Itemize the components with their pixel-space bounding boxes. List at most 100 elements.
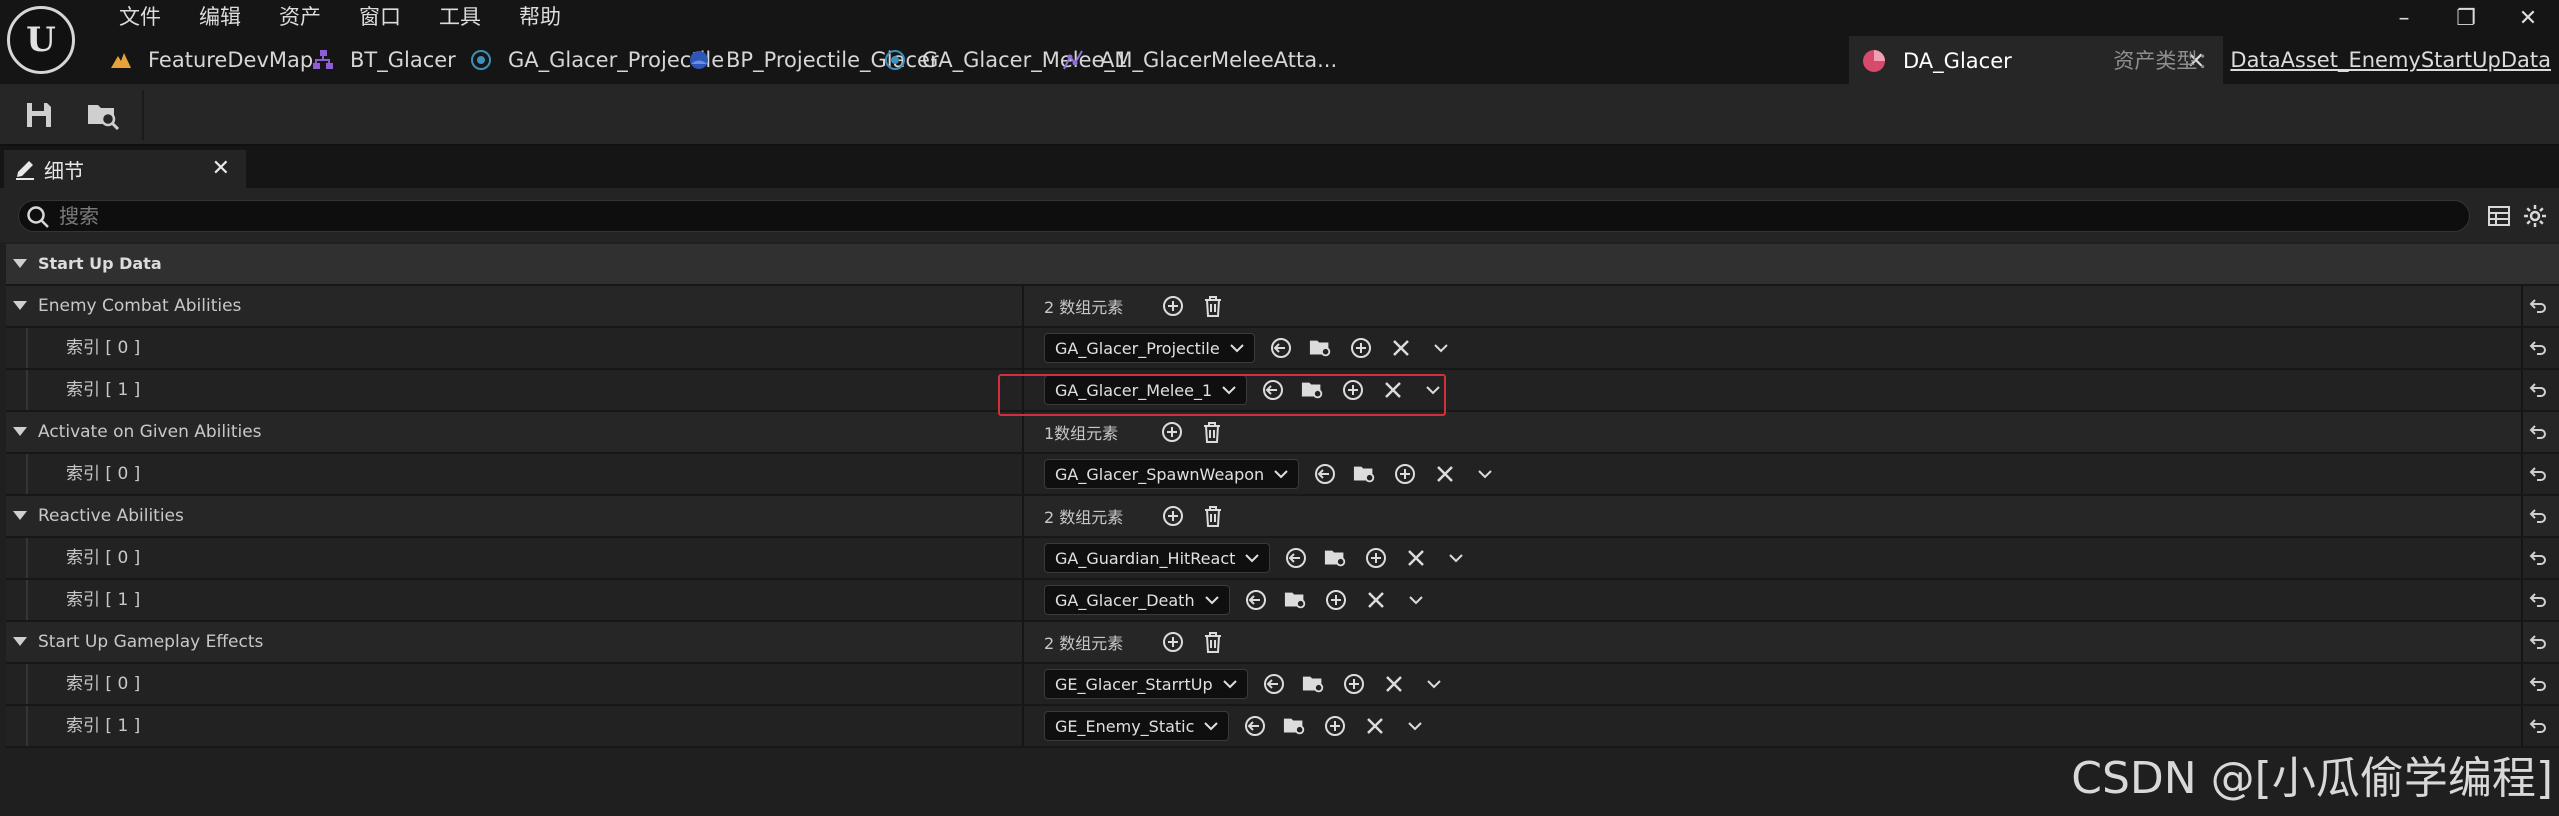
close-panel-icon[interactable]: ✕ <box>212 156 230 181</box>
more-chevron-icon[interactable] <box>1444 546 1468 570</box>
menu-asset[interactable]: 资产 <box>260 0 340 34</box>
use-selected-icon[interactable] <box>1262 672 1286 696</box>
reset-to-default-icon[interactable] <box>2527 337 2549 359</box>
asset-combo[interactable]: GE_Enemy_Static <box>1044 711 1230 741</box>
insert-element-icon[interactable] <box>1393 462 1417 486</box>
save-button[interactable] <box>20 96 58 134</box>
clear-x-icon[interactable] <box>1382 672 1406 696</box>
menu-help[interactable]: 帮助 <box>500 0 580 34</box>
asset-combo-value: GA_Glacer_Melee_1 <box>1055 380 1213 400</box>
chevron-down-icon <box>1204 595 1219 605</box>
unreal-logo[interactable]: U <box>7 6 75 74</box>
more-chevron-icon[interactable] <box>1422 672 1446 696</box>
tab-bt-glacer[interactable]: BT_Glacer <box>256 36 456 84</box>
search-input[interactable] <box>59 204 2469 228</box>
use-selected-icon[interactable] <box>1243 714 1267 738</box>
table-view-icon[interactable] <box>2486 203 2512 229</box>
tab-am-glacermeleeattack[interactable]: AM_GlacerMeleeAtta... <box>984 36 1337 84</box>
reset-divider <box>2521 412 2523 452</box>
asset-combo[interactable]: GA_Glacer_Melee_1 <box>1044 375 1248 405</box>
reset-to-default-icon[interactable] <box>2527 379 2549 401</box>
use-selected-icon[interactable] <box>1261 378 1285 402</box>
tab-ga-glacer-projectile[interactable]: GA_Glacer_Projectile <box>434 36 724 84</box>
collapse-triangle-icon[interactable] <box>10 622 30 662</box>
use-selected-icon[interactable] <box>1284 546 1308 570</box>
menu-edit[interactable]: 编辑 <box>180 0 260 34</box>
asset-type-link[interactable]: DataAsset_EnemyStartUpData <box>2230 48 2551 72</box>
group-label: Enemy Combat Abilities <box>38 296 242 316</box>
reset-to-default-icon[interactable] <box>2527 673 2549 695</box>
reset-to-default-icon[interactable] <box>2527 715 2549 737</box>
asset-combo[interactable]: GA_Glacer_SpawnWeapon <box>1044 459 1300 489</box>
chevron-down-icon <box>1274 469 1288 479</box>
use-selected-icon[interactable] <box>1313 462 1337 486</box>
tab-ga-glacer-melee-1[interactable]: GA_Glacer_Melee_1 <box>804 36 1128 84</box>
array-value: 2 数组元素 <box>1044 286 1225 326</box>
add-element-icon[interactable] <box>1160 420 1184 444</box>
reset-to-default-icon[interactable] <box>2527 547 2549 569</box>
use-selected-icon[interactable] <box>1269 336 1293 360</box>
tab-featuredevmap[interactable]: FeatureDevMap <box>94 36 313 84</box>
close-window-button[interactable]: ✕ <box>2497 0 2559 36</box>
add-element-icon[interactable] <box>1161 294 1185 318</box>
asset-combo[interactable]: GA_Guardian_HitReact <box>1044 543 1271 573</box>
asset-combo[interactable]: GA_Glacer_Projectile <box>1044 333 1255 363</box>
browse-button[interactable] <box>84 96 122 134</box>
clear-array-trash-icon[interactable] <box>1201 294 1225 318</box>
reset-to-default-icon[interactable] <box>2527 505 2549 527</box>
use-selected-icon[interactable] <box>1244 588 1268 612</box>
clear-x-icon[interactable] <box>1404 546 1428 570</box>
browse-folder-icon[interactable] <box>1302 672 1326 696</box>
browse-folder-icon[interactable] <box>1301 378 1325 402</box>
clear-x-icon[interactable] <box>1363 714 1387 738</box>
array-count: 2 数组元素 <box>1044 634 1124 653</box>
minimize-button[interactable]: – <box>2373 0 2435 36</box>
reset-to-default-icon[interactable] <box>2527 295 2549 317</box>
clear-array-trash-icon[interactable] <box>1201 504 1225 528</box>
asset-picker: GA_Glacer_Death <box>1044 580 1428 620</box>
restore-button[interactable]: ❐ <box>2435 0 2497 36</box>
reset-to-default-icon[interactable] <box>2527 631 2549 653</box>
menu-window[interactable]: 窗口 <box>340 0 420 34</box>
more-chevron-icon[interactable] <box>1473 462 1497 486</box>
tab-bp-projectile-glacer[interactable]: BP_Projectile_Glacer <box>614 36 939 84</box>
clear-x-icon[interactable] <box>1389 336 1413 360</box>
insert-element-icon[interactable] <box>1341 378 1365 402</box>
more-chevron-icon[interactable] <box>1404 588 1428 612</box>
settings-gear-icon[interactable] <box>2522 203 2548 229</box>
browse-folder-icon[interactable] <box>1324 546 1348 570</box>
clear-array-trash-icon[interactable] <box>1201 630 1225 654</box>
asset-combo[interactable]: GE_Glacer_StarrtUp <box>1044 669 1248 699</box>
category-start-up-data[interactable]: Start Up Data <box>6 244 2559 286</box>
insert-element-icon[interactable] <box>1323 714 1347 738</box>
collapse-triangle-icon[interactable] <box>10 412 30 452</box>
insert-element-icon[interactable] <box>1364 546 1388 570</box>
clear-array-trash-icon[interactable] <box>1200 420 1224 444</box>
insert-element-icon[interactable] <box>1349 336 1373 360</box>
more-chevron-icon[interactable] <box>1429 336 1453 360</box>
asset-combo[interactable]: GA_Glacer_Death <box>1044 585 1230 615</box>
clear-x-icon[interactable] <box>1433 462 1457 486</box>
browse-folder-icon[interactable] <box>1284 588 1308 612</box>
add-element-icon[interactable] <box>1161 630 1185 654</box>
browse-folder-icon[interactable] <box>1309 336 1333 360</box>
collapse-triangle-icon[interactable] <box>10 244 30 284</box>
reset-to-default-icon[interactable] <box>2527 463 2549 485</box>
insert-element-icon[interactable] <box>1324 588 1348 612</box>
column-divider <box>1022 538 1024 578</box>
menu-tools[interactable]: 工具 <box>420 0 500 34</box>
insert-element-icon[interactable] <box>1342 672 1366 696</box>
reset-to-default-icon[interactable] <box>2527 589 2549 611</box>
browse-folder-icon[interactable] <box>1283 714 1307 738</box>
browse-folder-icon[interactable] <box>1353 462 1377 486</box>
details-panel-tab[interactable]: 细节 ✕ <box>4 150 246 188</box>
more-chevron-icon[interactable] <box>1421 378 1445 402</box>
collapse-triangle-icon[interactable] <box>10 286 30 326</box>
more-chevron-icon[interactable] <box>1403 714 1427 738</box>
clear-x-icon[interactable] <box>1381 378 1405 402</box>
add-element-icon[interactable] <box>1161 504 1185 528</box>
collapse-triangle-icon[interactable] <box>10 496 30 536</box>
menu-file[interactable]: 文件 <box>100 0 180 34</box>
clear-x-icon[interactable] <box>1364 588 1388 612</box>
reset-to-default-icon[interactable] <box>2527 421 2549 443</box>
